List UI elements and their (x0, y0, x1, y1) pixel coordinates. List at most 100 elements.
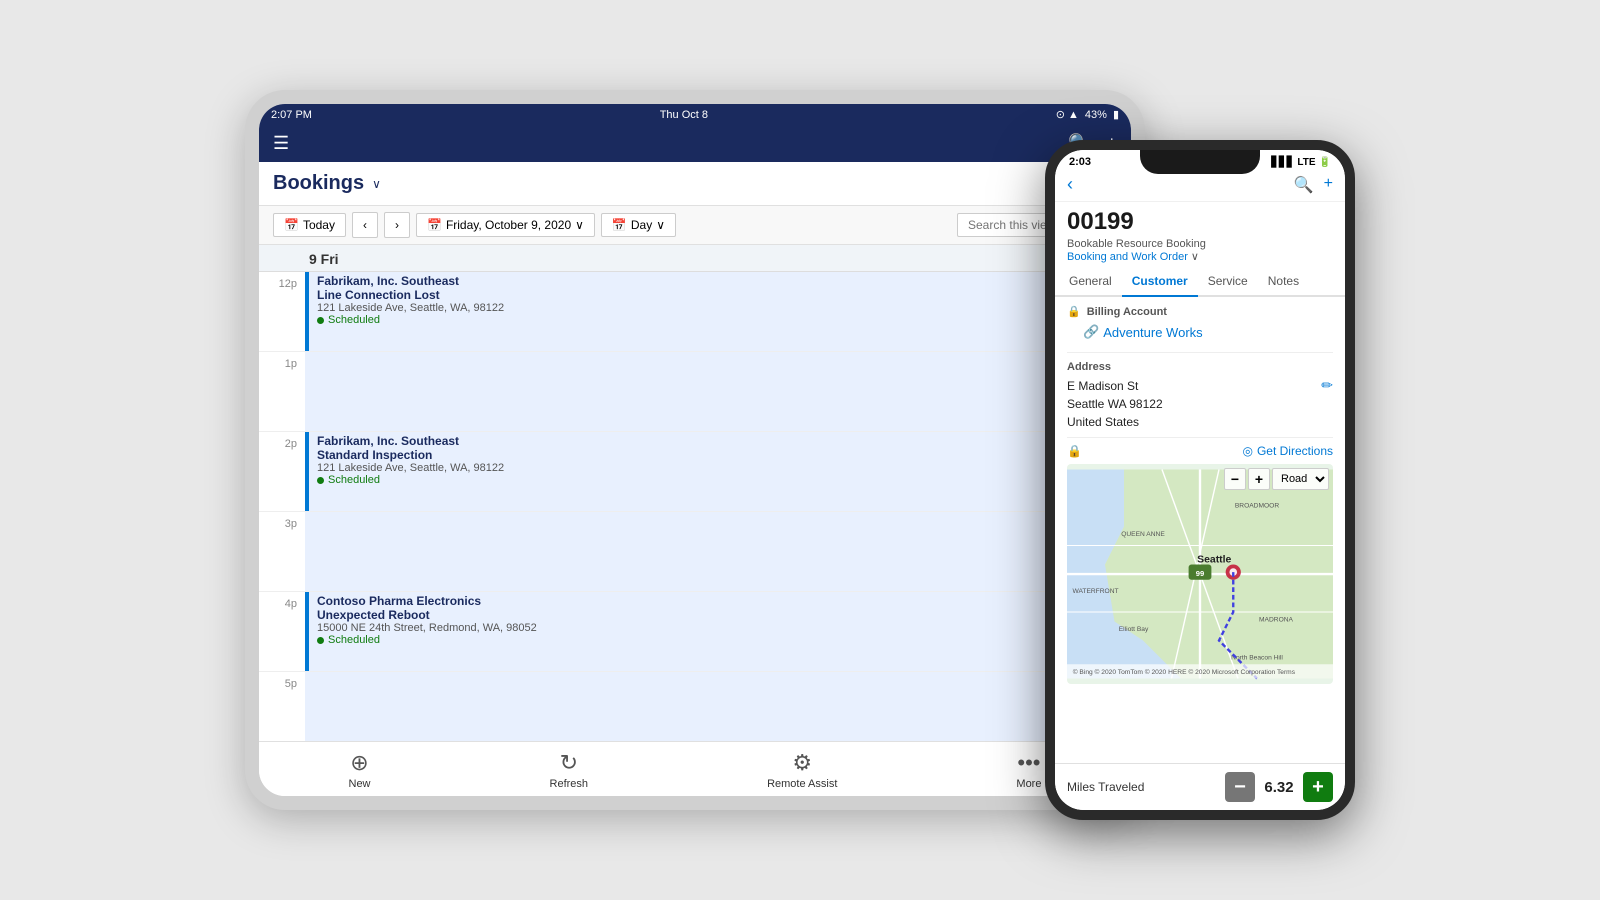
calendar-small-icon: 📅 (427, 218, 442, 232)
calendar-header-row: 9 Fri (259, 245, 1131, 272)
phone-notch (1140, 150, 1260, 174)
phone-tabs: General Customer Service Notes (1055, 267, 1345, 297)
time-slot-12p: 12p Fabrikam, Inc. Southeast Line Connec… (259, 272, 1131, 352)
slot-content-4p: Contoso Pharma Electronics Unexpected Re… (305, 592, 1131, 671)
search-icon[interactable]: 🔍 (1294, 175, 1314, 195)
svg-text:© Bing © 2020 TomTom © 2020: © Bing © 2020 TomTom © 2020 HERE © 2020 … (1073, 668, 1296, 676)
booking-task: Line Connection Lost (317, 288, 1127, 302)
tab-service[interactable]: Service (1198, 267, 1258, 297)
svg-text:WATERFRONT: WATERFRONT (1072, 588, 1118, 595)
back-button[interactable]: ‹ (1067, 174, 1073, 195)
map-toolbar: − + Road (1224, 468, 1329, 490)
new-icon: ⊕ (350, 750, 368, 776)
link-icon: 🔗 (1083, 324, 1099, 340)
status-dot (317, 637, 324, 644)
tablet-bottom-bar: ⊕ New ↻ Refresh ⚙ Remote Assist ••• More (259, 741, 1131, 796)
miles-label: Miles Traveled (1067, 780, 1144, 794)
new-button[interactable]: ⊕ New (349, 750, 371, 790)
tablet-nav-bar: ☰ 🔍 + (259, 125, 1131, 162)
day-button[interactable]: 📅 Day ∨ (601, 213, 676, 237)
edit-icon[interactable]: ✏ (1321, 377, 1333, 394)
chevron-down-icon: ∨ (656, 218, 665, 232)
booking-company: Contoso Pharma Electronics (317, 594, 1127, 608)
time-label-2p: 2p (259, 432, 305, 511)
phone-bottom-bar: Miles Traveled − 6.32 + (1055, 763, 1345, 810)
map-type-select[interactable]: Road (1272, 468, 1329, 490)
time-label-3p: 3p (259, 512, 305, 591)
remote-assist-button[interactable]: ⚙ Remote Assist (767, 750, 837, 790)
more-icon: ••• (1017, 750, 1040, 776)
address-line1: E Madison St (1067, 377, 1163, 395)
tab-customer[interactable]: Customer (1122, 267, 1198, 297)
refresh-icon: ↻ (560, 750, 578, 776)
address-line3: United States (1067, 413, 1163, 431)
booking-task: Unexpected Reboot (317, 608, 1127, 622)
time-label-4p: 4p (259, 592, 305, 671)
date-display: 📅 Friday, October 9, 2020 ∨ (416, 213, 595, 237)
slot-content-5p (305, 672, 1131, 741)
tablet-toolbar: 📅 Today ‹ › 📅 Friday, October 9, 2020 ∨ … (259, 206, 1131, 245)
phone-content: 🔒 Billing Account 🔗 Adventure Works Addr… (1055, 297, 1345, 763)
tab-notes[interactable]: Notes (1258, 267, 1309, 297)
more-button[interactable]: ••• More (1016, 750, 1041, 790)
booking-company: Fabrikam, Inc. Southeast (317, 434, 1127, 448)
directions-icon: ◎ (1242, 444, 1252, 458)
address-section: Address E Madison St Seattle WA 98122 Un… (1067, 352, 1333, 431)
status-dot (317, 477, 324, 484)
tab-general[interactable]: General (1059, 267, 1122, 297)
svg-text:QUEEN ANNE: QUEEN ANNE (1121, 531, 1165, 538)
tablet-screen: 2:07 PM Thu Oct 8 ⊙ ▲ 43% ▮ ☰ 🔍 + Bookin… (259, 104, 1131, 796)
today-button[interactable]: 📅 Today (273, 213, 346, 237)
get-directions-button[interactable]: ◎ Get Directions (1242, 444, 1333, 458)
phone-device: 2:03 ▋▋▋ LTE 🔋 ‹ 🔍 + 00199 Bookable Reso… (1045, 140, 1355, 820)
map-zoom-out[interactable]: − (1224, 468, 1246, 490)
svg-text:99: 99 (1196, 569, 1204, 578)
booking-address: 121 Lakeside Ave, Seattle, WA, 98122 (317, 302, 1127, 314)
tablet-header: Bookings ∨ (259, 162, 1131, 206)
next-button[interactable]: › (384, 212, 410, 238)
calendar-body: 9 Fri 12p Fabrikam, Inc. Southeast Line … (259, 245, 1131, 741)
booking-status: Scheduled (317, 314, 1127, 326)
slot-content-2p: Fabrikam, Inc. Southeast Standard Inspec… (305, 432, 1131, 511)
booking-company: Fabrikam, Inc. Southeast (317, 274, 1127, 288)
order-subtitle: Bookable Resource Booking Booking and Wo… (1055, 236, 1345, 267)
map-zoom-in[interactable]: + (1248, 468, 1270, 490)
chevron-down-icon: ∨ (1191, 251, 1199, 263)
booking-card[interactable]: Fabrikam, Inc. Southeast Line Connection… (317, 274, 1127, 326)
time-slot-2p: 2p Fabrikam, Inc. Southeast Standard Ins… (259, 432, 1131, 512)
booking-card[interactable]: Fabrikam, Inc. Southeast Standard Inspec… (317, 434, 1127, 486)
remote-assist-icon: ⚙ (792, 750, 812, 776)
directions-row: 🔒 ◎ Get Directions (1067, 437, 1333, 458)
time-slot-1p: 1p (259, 352, 1131, 432)
phone-time: 2:03 (1069, 156, 1091, 168)
time-slot-4p: 4p Contoso Pharma Electronics Unexpected… (259, 592, 1131, 672)
booking-address: 15000 NE 24th Street, Redmond, WA, 98052 (317, 622, 1127, 634)
booking-card[interactable]: Contoso Pharma Electronics Unexpected Re… (317, 594, 1127, 646)
tablet-time: 2:07 PM (271, 109, 312, 121)
time-label-1p: 1p (259, 352, 305, 431)
order-subtitle-link[interactable]: Booking and Work Order (1067, 251, 1188, 263)
slot-content-3p (305, 512, 1131, 591)
lock-icon: 🔒 (1067, 305, 1081, 318)
lock-icon: 🔒 (1067, 444, 1082, 458)
hamburger-icon[interactable]: ☰ (273, 133, 289, 154)
refresh-button[interactable]: ↻ Refresh (550, 750, 589, 790)
tablet-date: Thu Oct 8 (660, 109, 708, 121)
tablet-signal-icons: ⊙ ▲ (1056, 108, 1079, 121)
address-line2: Seattle WA 98122 (1067, 395, 1163, 413)
prev-button[interactable]: ‹ (352, 212, 378, 238)
billing-account-link[interactable]: Adventure Works (1103, 325, 1202, 340)
miles-plus-button[interactable]: + (1303, 772, 1333, 802)
billing-account-value: 🔗 Adventure Works (1067, 322, 1333, 348)
booking-address: 121 Lakeside Ave, Seattle, WA, 98122 (317, 462, 1127, 474)
svg-text:BROADMOOR: BROADMOOR (1235, 503, 1279, 510)
calendar-icon: 📅 (284, 218, 299, 232)
time-slot-3p: 3p (259, 512, 1131, 592)
booking-status: Scheduled (317, 634, 1127, 646)
calendar-grid: 12p Fabrikam, Inc. Southeast Line Connec… (259, 272, 1131, 741)
phone-lte: LTE (1297, 157, 1315, 168)
add-icon[interactable]: + (1324, 175, 1333, 195)
time-label-5p: 5p (259, 672, 305, 741)
miles-minus-button[interactable]: − (1225, 772, 1255, 802)
svg-text:Elliott Bay: Elliott Bay (1119, 626, 1149, 633)
